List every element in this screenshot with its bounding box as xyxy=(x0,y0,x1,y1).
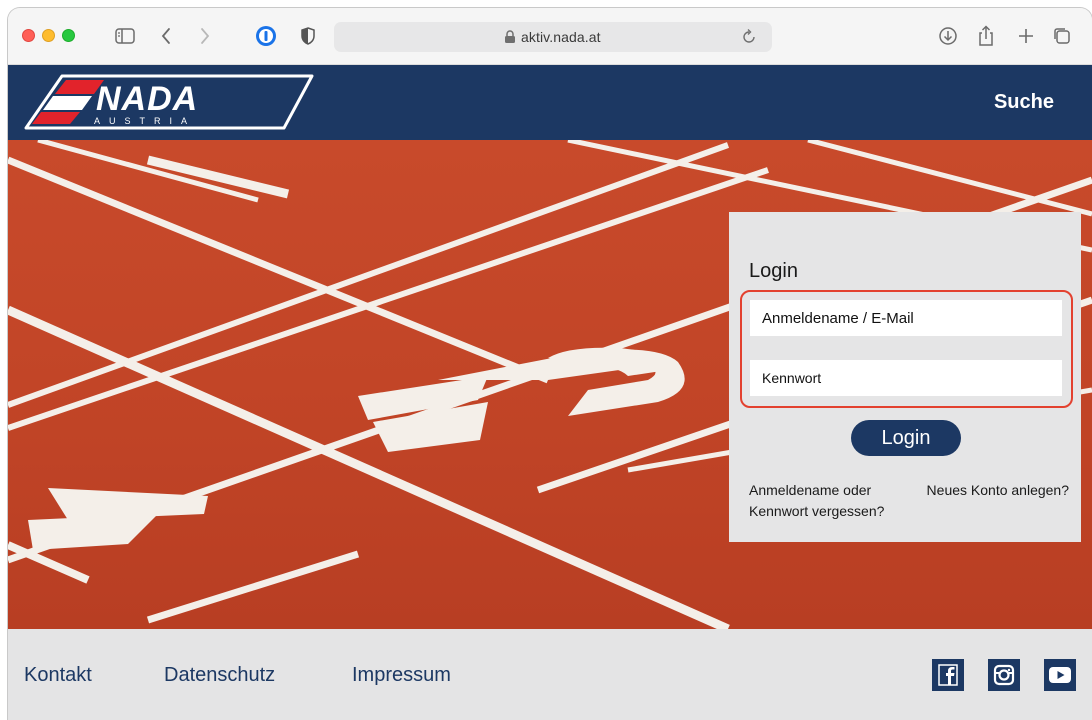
login-title: Login xyxy=(749,260,798,282)
register-link[interactable]: Neues Konto anlegen? xyxy=(927,480,1069,501)
browser-window: aktiv.nada.at NADA AUSTRIA Suche Login A… xyxy=(8,8,1092,720)
site-header: NADA AUSTRIA Suche xyxy=(8,65,1092,140)
youtube-icon[interactable] xyxy=(1044,659,1076,691)
instagram-icon[interactable] xyxy=(988,659,1020,691)
nada-austria-logo[interactable]: NADA AUSTRIA xyxy=(22,72,317,134)
forward-icon[interactable] xyxy=(195,24,215,48)
site-footer: Kontakt Datenschutz Impressum xyxy=(8,629,1092,720)
download-icon[interactable] xyxy=(936,24,960,48)
zoom-window-button[interactable] xyxy=(62,29,75,42)
reload-icon[interactable] xyxy=(740,28,758,46)
password-input[interactable] xyxy=(750,360,1062,396)
back-icon[interactable] xyxy=(156,24,176,48)
footer-link-impressum[interactable]: Impressum xyxy=(352,664,451,687)
footer-link-kontakt[interactable]: Kontakt xyxy=(24,664,92,687)
sidebar-icon[interactable] xyxy=(112,24,138,48)
lock-icon xyxy=(505,30,515,43)
svg-text:NADA: NADA xyxy=(96,80,198,118)
close-window-button[interactable] xyxy=(22,29,35,42)
footer-link-datenschutz[interactable]: Datenschutz xyxy=(164,664,275,687)
plus-icon[interactable] xyxy=(1014,24,1038,48)
address-bar[interactable]: aktiv.nada.at xyxy=(334,22,772,52)
username-input[interactable] xyxy=(750,300,1062,336)
share-icon[interactable] xyxy=(974,24,998,48)
password-manager-icon[interactable] xyxy=(254,24,278,48)
minimize-window-button[interactable] xyxy=(42,29,55,42)
svg-text:AUSTRIA: AUSTRIA xyxy=(94,116,196,126)
facebook-icon[interactable] xyxy=(932,659,964,691)
login-card: Login Login Anmeldename oder Kennwort ve… xyxy=(729,212,1081,542)
browser-toolbar: aktiv.nada.at xyxy=(8,8,1092,65)
tabs-icon[interactable] xyxy=(1050,24,1074,48)
forgot-credentials-link[interactable]: Anmeldename oder Kennwort vergessen? xyxy=(749,480,909,522)
login-fields-highlight xyxy=(740,290,1073,408)
shield-icon[interactable] xyxy=(298,24,318,48)
search-link[interactable]: Suche xyxy=(994,91,1054,114)
url-text: aktiv.nada.at xyxy=(521,29,601,45)
login-button[interactable]: Login xyxy=(851,420,961,456)
